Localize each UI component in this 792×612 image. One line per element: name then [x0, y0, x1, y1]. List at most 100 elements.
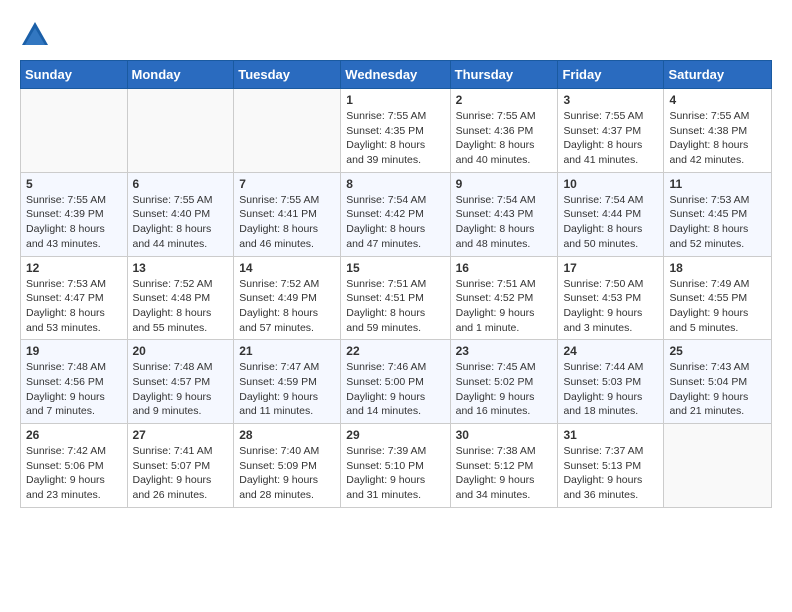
- calendar-header-row: SundayMondayTuesdayWednesdayThursdayFrid…: [21, 61, 772, 89]
- calendar-cell: 10Sunrise: 7:54 AM Sunset: 4:44 PM Dayli…: [558, 172, 664, 256]
- day-number: 11: [669, 177, 766, 191]
- day-of-week-header: Thursday: [450, 61, 558, 89]
- day-info: Sunrise: 7:40 AM Sunset: 5:09 PM Dayligh…: [239, 444, 335, 503]
- calendar-cell: 2Sunrise: 7:55 AM Sunset: 4:36 PM Daylig…: [450, 89, 558, 173]
- day-info: Sunrise: 7:46 AM Sunset: 5:00 PM Dayligh…: [346, 360, 444, 419]
- day-of-week-header: Tuesday: [234, 61, 341, 89]
- day-info: Sunrise: 7:42 AM Sunset: 5:06 PM Dayligh…: [26, 444, 122, 503]
- day-number: 17: [563, 261, 658, 275]
- calendar-cell: 30 Sunrise: 7:38 AM Sunset: 5:12 PM Dayli…: [450, 424, 558, 508]
- page-header: [20, 20, 772, 50]
- calendar-cell: [234, 89, 341, 173]
- day-info: Sunrise: 7:55 AM Sunset: 4:38 PM Dayligh…: [669, 109, 766, 168]
- calendar-cell: 7Sunrise: 7:55 AM Sunset: 4:41 PM Daylig…: [234, 172, 341, 256]
- day-number: 13: [133, 261, 229, 275]
- calendar-cell: 24 Sunrise: 7:44 AM Sunset: 5:03 PM Dayli…: [558, 340, 664, 424]
- calendar-cell: 13 Sunrise: 7:52 AM Sunset: 4:48 PM Dayli…: [127, 256, 234, 340]
- calendar-week-row: 12 Sunrise: 7:53 AM Sunset: 4:47 PM Dayli…: [21, 256, 772, 340]
- day-info: Sunrise: 7:55 AM Sunset: 4:41 PM Dayligh…: [239, 193, 335, 252]
- day-number: 9: [456, 177, 553, 191]
- day-number: 4: [669, 93, 766, 107]
- day-number: 25: [669, 344, 766, 358]
- calendar-cell: 25 Sunrise: 7:43 AM Sunset: 5:04 PM Dayli…: [664, 340, 772, 424]
- day-number: 30: [456, 428, 553, 442]
- day-info: Sunrise: 7:41 AM Sunset: 5:07 PM Dayligh…: [133, 444, 229, 503]
- day-info: Sunrise: 7:50 AM Sunset: 4:53 PM Dayligh…: [563, 277, 658, 336]
- day-of-week-header: Friday: [558, 61, 664, 89]
- calendar-cell: 14Sunrise: 7:52 AM Sunset: 4:49 PM Dayli…: [234, 256, 341, 340]
- day-info: Sunrise: 7:43 AM Sunset: 5:04 PM Dayligh…: [669, 360, 766, 419]
- day-number: 3: [563, 93, 658, 107]
- calendar-cell: 6 Sunrise: 7:55 AM Sunset: 4:40 PM Daylig…: [127, 172, 234, 256]
- calendar-cell: 28 Sunrise: 7:40 AM Sunset: 5:09 PM Dayli…: [234, 424, 341, 508]
- day-of-week-header: Sunday: [21, 61, 128, 89]
- calendar-cell: 12 Sunrise: 7:53 AM Sunset: 4:47 PM Dayli…: [21, 256, 128, 340]
- day-info: Sunrise: 7:54 AM Sunset: 4:42 PM Dayligh…: [346, 193, 444, 252]
- calendar-cell: [664, 424, 772, 508]
- day-number: 23: [456, 344, 553, 358]
- day-number: 1: [346, 93, 444, 107]
- day-info: Sunrise: 7:44 AM Sunset: 5:03 PM Dayligh…: [563, 360, 658, 419]
- day-number: 19: [26, 344, 122, 358]
- day-info: Sunrise: 7:51 AM Sunset: 4:51 PM Dayligh…: [346, 277, 444, 336]
- day-info: Sunrise: 7:48 AM Sunset: 4:57 PM Dayligh…: [133, 360, 229, 419]
- day-info: Sunrise: 7:55 AM Sunset: 4:40 PM Dayligh…: [133, 193, 229, 252]
- day-info: Sunrise: 7:55 AM Sunset: 4:35 PM Dayligh…: [346, 109, 444, 168]
- day-info: Sunrise: 7:55 AM Sunset: 4:36 PM Dayligh…: [456, 109, 553, 168]
- day-number: 22: [346, 344, 444, 358]
- calendar-cell: 23 Sunrise: 7:45 AM Sunset: 5:02 PM Dayli…: [450, 340, 558, 424]
- day-info: Sunrise: 7:52 AM Sunset: 4:48 PM Dayligh…: [133, 277, 229, 336]
- day-number: 31: [563, 428, 658, 442]
- day-of-week-header: Saturday: [664, 61, 772, 89]
- day-info: Sunrise: 7:38 AM Sunset: 5:12 PM Dayligh…: [456, 444, 553, 503]
- calendar-cell: [21, 89, 128, 173]
- day-number: 28: [239, 428, 335, 442]
- day-info: Sunrise: 7:53 AM Sunset: 4:47 PM Dayligh…: [26, 277, 122, 336]
- day-info: Sunrise: 7:51 AM Sunset: 4:52 PM Dayligh…: [456, 277, 553, 336]
- day-info: Sunrise: 7:55 AM Sunset: 4:39 PM Dayligh…: [26, 193, 122, 252]
- day-info: Sunrise: 7:37 AM Sunset: 5:13 PM Dayligh…: [563, 444, 658, 503]
- calendar-table: SundayMondayTuesdayWednesdayThursdayFrid…: [20, 60, 772, 508]
- logo-icon: [20, 20, 50, 50]
- day-number: 26: [26, 428, 122, 442]
- day-info: Sunrise: 7:48 AM Sunset: 4:56 PM Dayligh…: [26, 360, 122, 419]
- day-info: Sunrise: 7:52 AM Sunset: 4:49 PM Dayligh…: [239, 277, 335, 336]
- day-number: 16: [456, 261, 553, 275]
- calendar-cell: 8Sunrise: 7:54 AM Sunset: 4:42 PM Daylig…: [341, 172, 450, 256]
- day-number: 27: [133, 428, 229, 442]
- day-info: Sunrise: 7:45 AM Sunset: 5:02 PM Dayligh…: [456, 360, 553, 419]
- day-number: 15: [346, 261, 444, 275]
- calendar-cell: 26 Sunrise: 7:42 AM Sunset: 5:06 PM Dayli…: [21, 424, 128, 508]
- day-of-week-header: Wednesday: [341, 61, 450, 89]
- day-number: 12: [26, 261, 122, 275]
- calendar-cell: 18Sunrise: 7:49 AM Sunset: 4:55 PM Dayli…: [664, 256, 772, 340]
- day-info: Sunrise: 7:39 AM Sunset: 5:10 PM Dayligh…: [346, 444, 444, 503]
- day-info: Sunrise: 7:47 AM Sunset: 4:59 PM Dayligh…: [239, 360, 335, 419]
- day-number: 20: [133, 344, 229, 358]
- calendar-cell: 31 Sunrise: 7:37 AM Sunset: 5:13 PM Dayli…: [558, 424, 664, 508]
- day-number: 18: [669, 261, 766, 275]
- calendar-week-row: 26 Sunrise: 7:42 AM Sunset: 5:06 PM Dayli…: [21, 424, 772, 508]
- calendar-cell: 9 Sunrise: 7:54 AM Sunset: 4:43 PM Daylig…: [450, 172, 558, 256]
- calendar-cell: 11Sunrise: 7:53 AM Sunset: 4:45 PM Dayli…: [664, 172, 772, 256]
- calendar-cell: 27 Sunrise: 7:41 AM Sunset: 5:07 PM Dayli…: [127, 424, 234, 508]
- calendar-cell: 20 Sunrise: 7:48 AM Sunset: 4:57 PM Dayli…: [127, 340, 234, 424]
- calendar-cell: 21 Sunrise: 7:47 AM Sunset: 4:59 PM Dayli…: [234, 340, 341, 424]
- calendar-cell: [127, 89, 234, 173]
- calendar-cell: 1 Sunrise: 7:55 AM Sunset: 4:35 PM Daylig…: [341, 89, 450, 173]
- calendar-cell: 16 Sunrise: 7:51 AM Sunset: 4:52 PM Dayli…: [450, 256, 558, 340]
- calendar-cell: 17 Sunrise: 7:50 AM Sunset: 4:53 PM Dayli…: [558, 256, 664, 340]
- day-number: 6: [133, 177, 229, 191]
- day-number: 24: [563, 344, 658, 358]
- day-info: Sunrise: 7:55 AM Sunset: 4:37 PM Dayligh…: [563, 109, 658, 168]
- calendar-cell: 4 Sunrise: 7:55 AM Sunset: 4:38 PM Daylig…: [664, 89, 772, 173]
- day-info: Sunrise: 7:54 AM Sunset: 4:43 PM Dayligh…: [456, 193, 553, 252]
- logo: [20, 20, 54, 50]
- day-info: Sunrise: 7:54 AM Sunset: 4:44 PM Dayligh…: [563, 193, 658, 252]
- day-number: 21: [239, 344, 335, 358]
- calendar-week-row: 19 Sunrise: 7:48 AM Sunset: 4:56 PM Dayli…: [21, 340, 772, 424]
- calendar-cell: 22 Sunrise: 7:46 AM Sunset: 5:00 PM Dayli…: [341, 340, 450, 424]
- calendar-week-row: 1 Sunrise: 7:55 AM Sunset: 4:35 PM Daylig…: [21, 89, 772, 173]
- calendar-cell: 3 Sunrise: 7:55 AM Sunset: 4:37 PM Daylig…: [558, 89, 664, 173]
- calendar-cell: 15 Sunrise: 7:51 AM Sunset: 4:51 PM Dayli…: [341, 256, 450, 340]
